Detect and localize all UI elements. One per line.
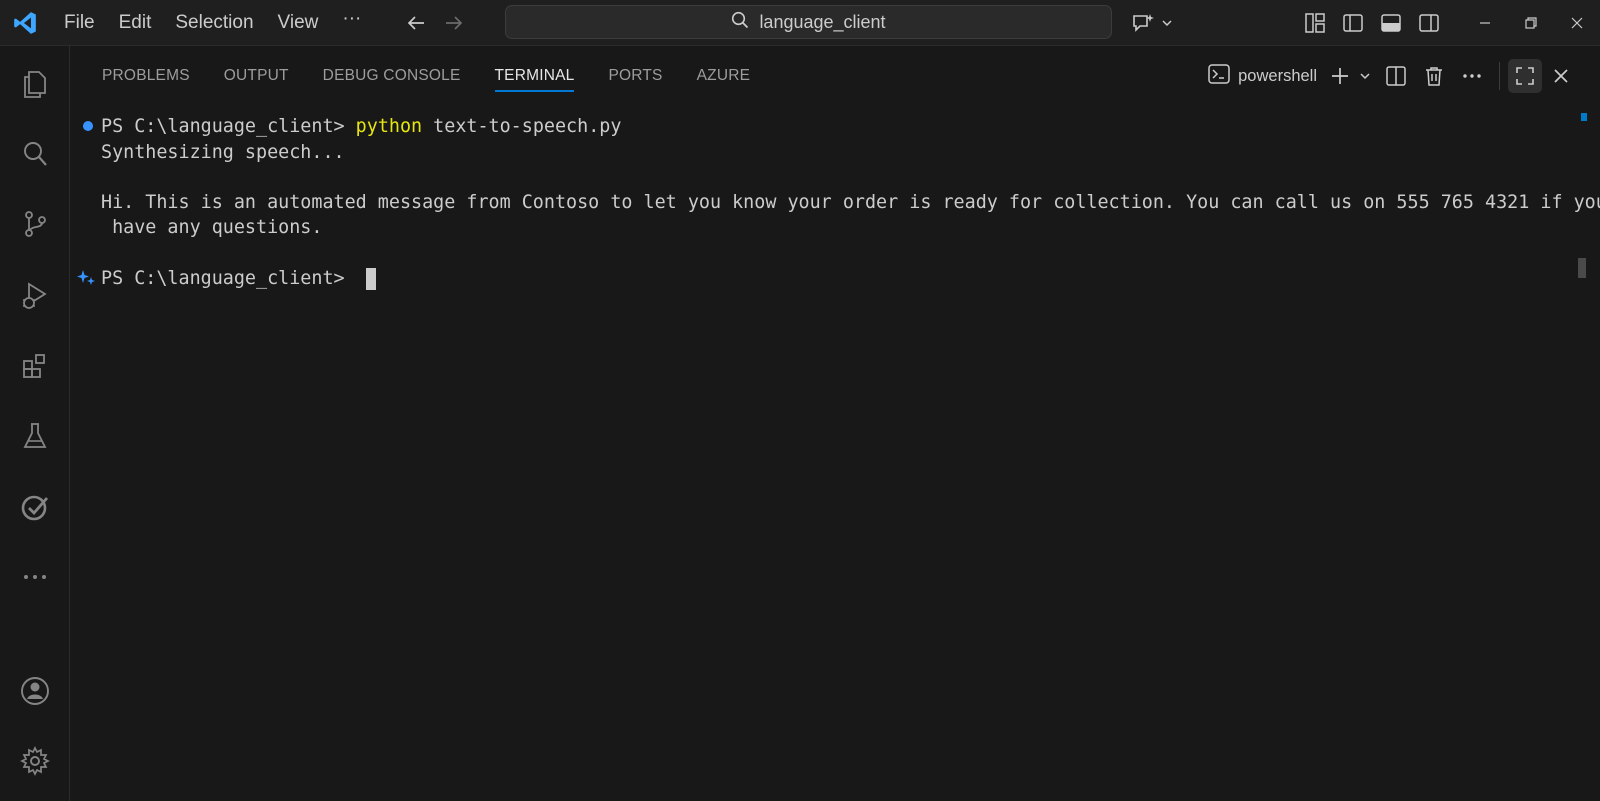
menu-more-button[interactable]: ··· [330, 6, 373, 40]
minimize-icon[interactable] [1462, 0, 1508, 46]
back-arrow-icon[interactable] [397, 6, 435, 40]
restore-icon[interactable] [1508, 0, 1554, 46]
close-panel-icon[interactable] [1542, 46, 1580, 106]
command-args: text-to-speech.py [422, 116, 622, 137]
scrollbar-thumb[interactable] [1578, 258, 1586, 278]
tab-output[interactable]: OUTPUT [207, 46, 306, 106]
copilot-group [1128, 0, 1176, 46]
prompt-text: PS C:\language_client> [101, 116, 356, 137]
terminal-output-line: Hi. This is an automated message from Co… [101, 192, 1600, 213]
command-success-dot-icon[interactable] [81, 119, 95, 133]
menu-selection[interactable]: Selection [163, 6, 265, 40]
more-actions-icon[interactable] [1453, 46, 1491, 106]
command-center-search[interactable]: language_client [505, 5, 1112, 39]
tab-debug-console[interactable]: DEBUG CONSOLE [306, 46, 478, 106]
search-text: language_client [759, 11, 886, 32]
window-controls [1462, 0, 1600, 46]
checklist-icon[interactable] [0, 480, 70, 536]
terminal-scrollbar[interactable] [1578, 106, 1592, 801]
tab-terminal[interactable]: TERMINAL [478, 46, 592, 106]
toggle-panel-icon[interactable] [1372, 0, 1410, 46]
terminal-line-prompt: PS C:\language_client> [101, 266, 376, 292]
panel-actions: powershell [1198, 46, 1600, 106]
terminal-output-line: have any questions. [101, 217, 323, 238]
vscode-logo-icon [0, 0, 50, 46]
testing-icon[interactable] [0, 408, 70, 464]
menu-file[interactable]: File [52, 6, 107, 40]
activity-bar [0, 46, 70, 801]
trash-icon[interactable] [1415, 46, 1453, 106]
tab-problems[interactable]: PROBLEMS [85, 46, 207, 106]
explorer-icon[interactable] [0, 56, 70, 112]
terminal-cursor [365, 268, 376, 290]
panel-header: PROBLEMS OUTPUT DEBUG CONSOLE TERMINAL P… [71, 46, 1600, 106]
forward-arrow-icon[interactable] [435, 6, 473, 40]
extensions-icon[interactable] [0, 338, 70, 394]
terminal-output-line: Synthesizing speech... [101, 142, 345, 163]
tab-azure[interactable]: AZURE [680, 46, 768, 106]
source-control-icon[interactable] [0, 196, 70, 252]
toggle-primary-sidebar-icon[interactable] [1334, 0, 1372, 46]
more-icon[interactable] [0, 549, 70, 605]
copilot-chat-icon[interactable] [1128, 0, 1158, 46]
layout-controls [1296, 0, 1448, 46]
customize-layout-icon[interactable] [1296, 0, 1334, 46]
chevron-down-icon[interactable] [1353, 46, 1377, 106]
terminal-icon [1208, 63, 1230, 89]
menu-view[interactable]: View [266, 6, 331, 40]
maximize-panel-icon[interactable] [1508, 59, 1542, 93]
title-bar: File Edit Selection View ··· language_cl… [0, 0, 1600, 46]
tab-ports[interactable]: PORTS [591, 46, 679, 106]
search-icon [731, 11, 749, 34]
run-debug-icon[interactable] [0, 268, 70, 324]
close-window-icon[interactable] [1554, 0, 1600, 46]
sparkle-decoration-icon[interactable] [77, 269, 97, 287]
split-terminal-icon[interactable] [1377, 46, 1415, 106]
terminal-line-command: PS C:\language_client> python text-to-sp… [101, 114, 621, 140]
search-icon[interactable] [0, 126, 70, 182]
account-icon[interactable] [0, 663, 70, 719]
scrollbar-marker [1581, 113, 1587, 121]
new-terminal-icon[interactable] [1327, 46, 1353, 106]
menu-edit[interactable]: Edit [107, 6, 164, 40]
terminal-area[interactable]: PS C:\language_client> python text-to-sp… [71, 106, 1600, 801]
divider [1499, 62, 1500, 90]
settings-gear-icon[interactable] [0, 733, 70, 789]
chevron-down-icon[interactable] [1158, 0, 1176, 46]
shell-name: powershell [1238, 66, 1317, 85]
toggle-secondary-sidebar-icon[interactable] [1410, 0, 1448, 46]
prompt-text: PS C:\language_client> [101, 268, 356, 289]
terminal-shell-selector[interactable]: powershell [1198, 63, 1327, 89]
command-program: python [355, 116, 423, 137]
